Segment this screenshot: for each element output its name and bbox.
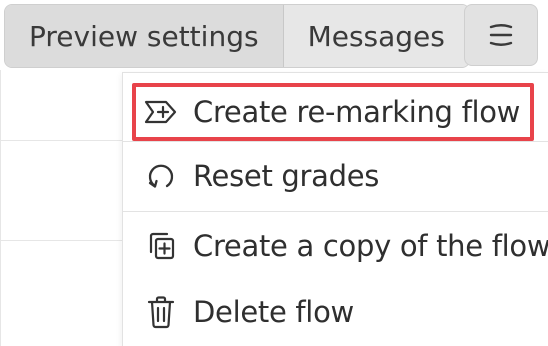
page-border (0, 70, 1, 346)
menu-item-label: Create re-marking flow (193, 95, 521, 129)
menu-item-label: Create a copy of the flow (193, 229, 548, 263)
page: Preview settings Messages Create re-mark… (0, 0, 548, 346)
menu-item-delete-flow[interactable]: Delete flow (123, 281, 548, 343)
flow-actions-dropdown: Create re-marking flow Reset grades Crea… (122, 72, 548, 346)
menu-item-copy-flow[interactable]: Create a copy of the flow (123, 215, 548, 277)
menu-divider (123, 211, 548, 212)
menu-item-reset-grades[interactable]: Reset grades (123, 145, 548, 207)
menu-divider (123, 141, 548, 142)
flow-plus-icon (143, 94, 179, 130)
page-divider (0, 140, 122, 141)
hamburger-menu-icon (489, 24, 513, 46)
tab-preview-settings[interactable]: Preview settings (5, 5, 284, 67)
tab-messages[interactable]: Messages (283, 5, 469, 67)
reset-icon (143, 158, 179, 194)
copy-plus-icon (143, 228, 179, 264)
menu-button[interactable] (464, 4, 538, 66)
menu-item-create-remarking-flow[interactable]: Create re-marking flow (123, 81, 548, 143)
menu-item-label: Reset grades (193, 159, 380, 193)
page-divider (0, 240, 122, 241)
menu-item-label: Delete flow (193, 295, 354, 329)
view-tabs: Preview settings Messages (4, 4, 470, 68)
trash-icon (143, 294, 179, 330)
